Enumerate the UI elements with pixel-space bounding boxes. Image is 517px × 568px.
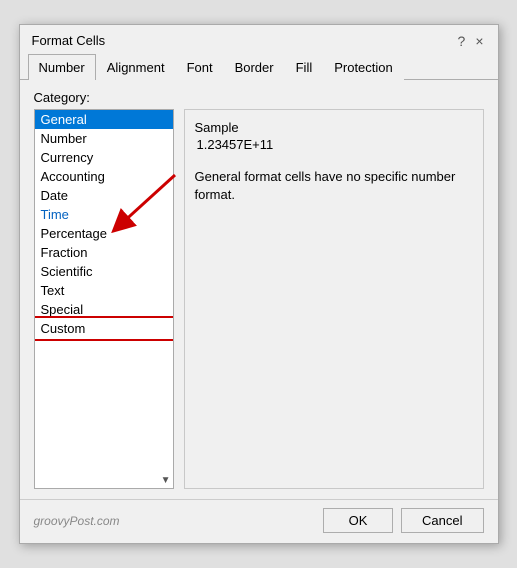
tab-border[interactable]: Border: [224, 54, 285, 80]
category-item-scientific[interactable]: Scientific: [35, 262, 173, 281]
dialog-footer: groovyPost.com OK Cancel: [20, 499, 498, 543]
category-item-currency[interactable]: Currency: [35, 148, 173, 167]
cancel-button[interactable]: Cancel: [401, 508, 483, 533]
sample-value: 1.23457E+11: [195, 137, 473, 152]
category-item-percentage[interactable]: Percentage: [35, 224, 173, 243]
dialog-content: Category: GeneralNumberCurrencyAccountin…: [20, 80, 498, 499]
footer-buttons: OK Cancel: [323, 508, 483, 533]
sample-section: Sample 1.23457E+11: [195, 120, 473, 160]
tab-fill[interactable]: Fill: [285, 54, 324, 80]
scrollbar-down-arrow: ▼: [161, 475, 171, 486]
tab-protection[interactable]: Protection: [323, 54, 404, 80]
category-item-fraction[interactable]: Fraction: [35, 243, 173, 262]
category-item-number[interactable]: Number: [35, 129, 173, 148]
sample-label: Sample: [195, 120, 473, 135]
main-row: GeneralNumberCurrencyAccountingDateTimeP…: [34, 109, 484, 489]
ok-button[interactable]: OK: [323, 508, 393, 533]
category-item-custom[interactable]: Custom: [35, 319, 173, 338]
category-item-time[interactable]: Time: [35, 205, 173, 224]
close-button[interactable]: ×: [473, 34, 485, 48]
brand-label: groovyPost.com: [34, 514, 120, 528]
description-text: General format cells have no specific nu…: [195, 168, 473, 204]
tabs-bar: NumberAlignmentFontBorderFillProtection: [20, 54, 498, 80]
tab-font[interactable]: Font: [176, 54, 224, 80]
category-label: Category:: [34, 90, 484, 105]
category-item-text[interactable]: Text: [35, 281, 173, 300]
category-item-accounting[interactable]: Accounting: [35, 167, 173, 186]
help-button[interactable]: ?: [456, 34, 468, 48]
category-item-general[interactable]: General: [35, 110, 173, 129]
category-panel[interactable]: GeneralNumberCurrencyAccountingDateTimeP…: [34, 109, 174, 489]
category-item-special[interactable]: Special: [35, 300, 173, 319]
title-bar: Format Cells ? ×: [20, 25, 498, 52]
category-item-date[interactable]: Date: [35, 186, 173, 205]
tab-number[interactable]: Number: [28, 54, 96, 80]
tab-alignment[interactable]: Alignment: [96, 54, 176, 80]
dialog-title: Format Cells: [32, 33, 106, 48]
right-panel: Sample 1.23457E+11 General format cells …: [184, 109, 484, 489]
format-cells-dialog: Format Cells ? × NumberAlignmentFontBord…: [19, 24, 499, 544]
category-list: GeneralNumberCurrencyAccountingDateTimeP…: [35, 110, 173, 338]
title-bar-icons: ? ×: [456, 34, 486, 48]
